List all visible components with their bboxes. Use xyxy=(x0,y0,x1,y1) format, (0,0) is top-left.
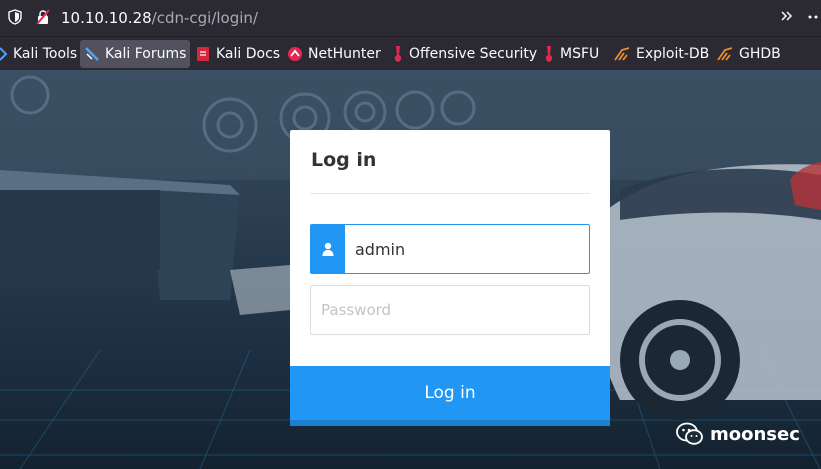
username-input[interactable] xyxy=(345,225,589,273)
bookmark-msfu[interactable]: MSFU xyxy=(539,40,603,68)
bookmarks-toolbar: Kali Tools Kali Forums Kali Docs NetHunt… xyxy=(0,36,821,70)
bookmark-nethunter[interactable]: NetHunter xyxy=(283,40,385,68)
url-host: 10.10.10.28 xyxy=(61,9,152,27)
url-path: /cdn-cgi/login/ xyxy=(151,9,258,27)
title-divider xyxy=(310,193,590,194)
login-title: Log in xyxy=(311,149,377,171)
browser-url-bar: 10.10.10.28/cdn-cgi/login/ xyxy=(0,0,821,36)
shield-icon[interactable] xyxy=(8,9,22,25)
login-button[interactable]: Log in xyxy=(290,366,610,420)
bookmark-kali-forums[interactable]: Kali Forums xyxy=(80,40,191,68)
user-icon xyxy=(322,242,334,256)
bookmark-label: Kali Forums xyxy=(105,46,187,62)
menu-dots-icon[interactable] xyxy=(808,9,821,25)
wechat-icon xyxy=(676,422,703,445)
password-input[interactable] xyxy=(311,286,589,334)
bookmark-label: GHDB xyxy=(739,46,781,62)
bookmark-exploit-db[interactable]: Exploit-DB xyxy=(609,40,713,68)
ghdb-icon xyxy=(717,47,733,61)
kali-forums-icon xyxy=(85,47,99,61)
overflow-chevron-icon[interactable] xyxy=(780,9,796,25)
bookmark-ghdb[interactable]: GHDB xyxy=(712,40,785,68)
login-card: Log in Log in xyxy=(290,130,610,426)
bookmark-label: Exploit-DB xyxy=(636,46,710,62)
bookmark-offensive-security[interactable]: Offensive Security xyxy=(388,40,541,68)
username-addon xyxy=(311,225,345,273)
bookmark-label: Offensive Security xyxy=(409,46,538,62)
card-bottom-edge xyxy=(290,420,610,426)
kali-dragon-icon xyxy=(0,47,8,61)
bookmark-label: Kali Docs xyxy=(216,46,281,62)
bookmark-kali-docs[interactable]: Kali Docs xyxy=(191,40,284,68)
bookmark-label: NetHunter xyxy=(308,46,381,62)
kali-docs-icon xyxy=(197,47,209,61)
password-field[interactable] xyxy=(310,285,590,335)
bookmark-label: Kali Tools xyxy=(13,46,78,62)
insecure-lock-icon[interactable] xyxy=(36,9,50,25)
url-address[interactable]: 10.10.10.28/cdn-cgi/login/ xyxy=(61,9,258,27)
msfu-icon xyxy=(545,46,553,62)
nethunter-icon xyxy=(288,47,302,61)
offsec-icon xyxy=(394,46,402,62)
username-field[interactable] xyxy=(310,224,590,274)
bookmark-label: MSFU xyxy=(560,46,600,62)
watermark: moonsec xyxy=(676,422,800,446)
watermark-text: moonsec xyxy=(710,423,800,445)
exploit-db-icon xyxy=(614,47,630,61)
bookmark-kali-tools[interactable]: Kali Tools xyxy=(0,40,81,68)
